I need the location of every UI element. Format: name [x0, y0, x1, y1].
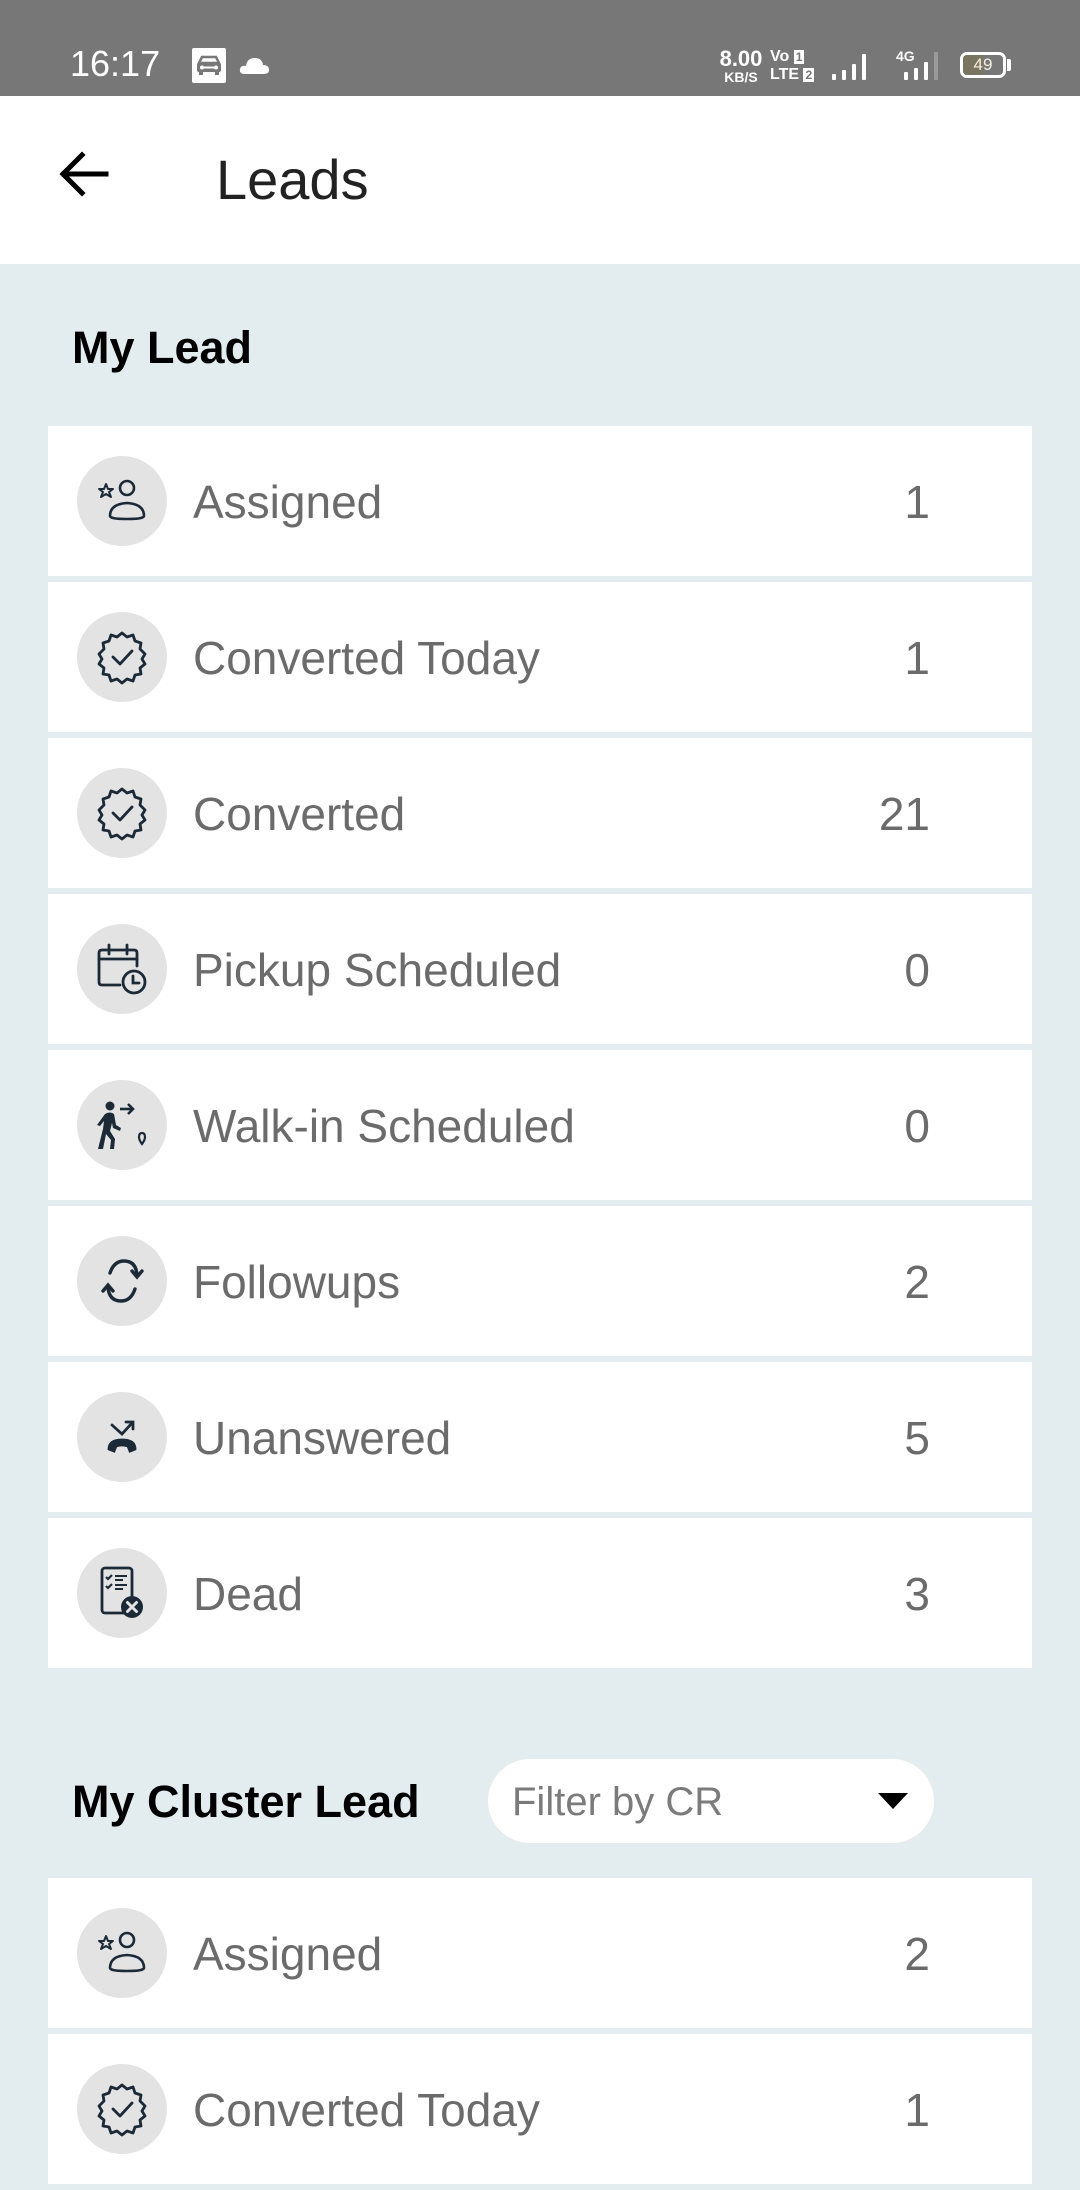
sim1-label: 1 [793, 50, 805, 64]
lead-row-label: Dead [193, 1568, 303, 1620]
lead-row-label: Assigned [193, 1928, 383, 1980]
my-lead-title: My Lead [72, 322, 253, 373]
battery-icon: 49 [960, 52, 1006, 78]
volte-indicator: Vo 1 LTE 2 [770, 48, 818, 84]
car-service-icon [192, 48, 226, 83]
lead-row-converted[interactable]: Converted 21 [48, 738, 1032, 888]
cluster-lead-list: Assigned 2 Converted Today 1 [48, 1878, 1032, 2190]
status-time: 16:17 [70, 43, 161, 84]
lead-row-count: 5 [904, 1412, 930, 1464]
back-button[interactable] [52, 142, 116, 206]
lead-row-count: 0 [904, 1100, 930, 1152]
network-speed: 8.00 KB/S [716, 46, 766, 85]
verified-badge-icon [77, 768, 167, 858]
refresh-cycle-icon [77, 1236, 167, 1326]
user-star-icon [77, 456, 167, 546]
page-title: Leads [216, 148, 369, 211]
volte-label: Vo [770, 48, 790, 65]
lead-row-assigned[interactable]: Assigned 2 [48, 1878, 1032, 2028]
lead-row-label: Converted Today [193, 632, 540, 684]
lead-row-count: 21 [878, 788, 930, 840]
lead-row-pickup-scheduled[interactable]: Pickup Scheduled 0 [48, 894, 1032, 1044]
calendar-clock-icon [77, 924, 167, 1014]
filter-by-cr-dropdown[interactable]: Filter by CR [487, 1758, 935, 1844]
lead-row-label: Converted Today [193, 2084, 540, 2136]
lead-row-converted-today[interactable]: Converted Today 1 [48, 2034, 1032, 2184]
lead-row-count: 2 [904, 1256, 930, 1308]
signal-sim2-icon [904, 52, 938, 80]
lead-row-label: Converted [193, 788, 406, 840]
missed-call-icon [77, 1392, 167, 1482]
cloud-icon [239, 58, 269, 74]
network-speed-unit: KB/S [724, 69, 758, 85]
lead-row-label: Followups [193, 1256, 401, 1308]
arrow-left-icon [59, 151, 109, 197]
status-bar: 16:17 8.00 KB/S Vo 1 LTE 2 4G 49 [0, 0, 1080, 96]
battery-percent: 49 [973, 55, 993, 74]
lead-row-count: 2 [904, 1928, 930, 1980]
network-speed-value: 8.00 [719, 46, 763, 71]
lead-row-converted-today[interactable]: Converted Today 1 [48, 582, 1032, 732]
lead-row-count: 3 [904, 1568, 930, 1620]
walking-person-icon [77, 1080, 167, 1170]
user-star-icon [77, 1908, 167, 1998]
lead-row-label: Assigned [193, 476, 383, 528]
lead-row-walk-in-scheduled[interactable]: Walk-in Scheduled 0 [48, 1050, 1032, 1200]
lead-row-count: 1 [904, 2084, 930, 2136]
lead-row-count: 1 [904, 632, 930, 684]
checklist-cancel-icon [77, 1548, 167, 1638]
caret-down-icon [878, 1793, 908, 1809]
lead-row-unanswered[interactable]: Unanswered 5 [48, 1362, 1032, 1512]
lead-row-assigned[interactable]: Assigned 1 [48, 426, 1032, 576]
verified-badge-icon [77, 612, 167, 702]
lead-row-label: Pickup Scheduled [193, 944, 562, 996]
lead-row-count: 0 [904, 944, 930, 996]
lead-row-label: Unanswered [193, 1412, 452, 1464]
app-bar: Leads [0, 96, 1080, 264]
my-cluster-lead-title: My Cluster Lead [72, 1776, 420, 1827]
sim2-label: 2 [803, 68, 815, 82]
lead-row-count: 1 [904, 476, 930, 528]
battery-tip [1007, 59, 1011, 71]
lead-row-dead[interactable]: Dead 3 [48, 1518, 1032, 1668]
verified-badge-icon [77, 2064, 167, 2154]
signal-sim1-icon [832, 54, 866, 80]
filter-placeholder: Filter by CR [512, 1780, 724, 1824]
lead-row-label: Walk-in Scheduled [193, 1100, 575, 1152]
lte-label: LTE [770, 66, 800, 83]
lead-row-followups[interactable]: Followups 2 [48, 1206, 1032, 1356]
my-lead-list: Assigned 1 Converted Today 1 Converted 21 P… [48, 426, 1032, 1674]
